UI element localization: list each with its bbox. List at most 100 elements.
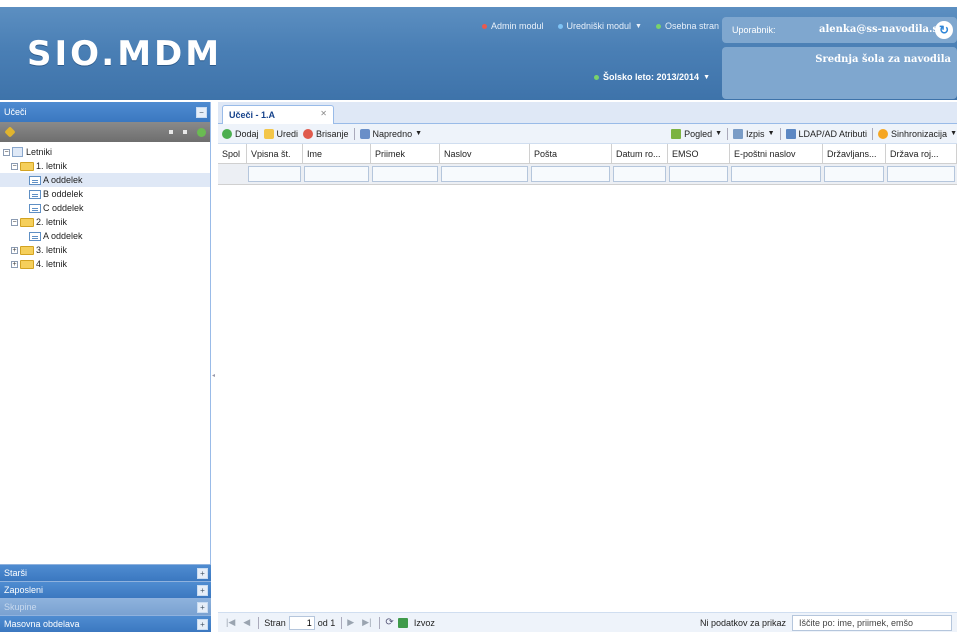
close-icon[interactable]: ✕ — [320, 109, 327, 118]
column-label: Državljans... — [827, 148, 877, 159]
collapsed-panels: Starši + Zaposleni + Skupine + Masovna o… — [0, 564, 211, 632]
expand-icon[interactable]: + — [197, 618, 208, 630]
column-header[interactable]: EMSO — [668, 144, 730, 163]
printer-icon — [733, 128, 744, 139]
refresh-tree-icon[interactable] — [197, 127, 206, 137]
panel-header-learners[interactable]: Učeči − — [0, 102, 210, 122]
last-page-icon[interactable]: ▶| — [362, 617, 371, 628]
collapse-node-icon[interactable]: − — [11, 162, 18, 170]
refresh-icon[interactable]: ↻ — [935, 21, 953, 39]
expand-all-icon[interactable] — [169, 130, 173, 134]
tree-node-label: B oddelek — [43, 189, 84, 199]
previous-page-icon[interactable]: ◀ — [243, 617, 250, 628]
column-header[interactable]: Vpisna št. — [247, 144, 303, 163]
filter-input[interactable] — [613, 166, 666, 182]
user-email: alenka@ss-navodila.si — [819, 24, 942, 35]
advanced-label: Napredno — [372, 128, 413, 139]
filter-input[interactable] — [669, 166, 728, 182]
panel-label: Zaposleni — [4, 585, 44, 595]
user-label: Uporabnik: — [732, 25, 776, 35]
column-header[interactable]: Ime — [303, 144, 371, 163]
tree-node-year[interactable]: − 2. letnik — [0, 215, 210, 229]
column-header[interactable]: Državljans... — [823, 144, 886, 163]
tree-node-root[interactable]: − Letniki — [0, 145, 210, 159]
tree-node-class[interactable]: A oddelek — [0, 229, 210, 243]
edit-button[interactable]: Uredi — [263, 128, 298, 139]
view-menu-button[interactable]: Pogled ▼ — [671, 128, 722, 139]
tree-node-class[interactable]: C oddelek — [0, 201, 210, 215]
filter-cell — [823, 166, 886, 184]
filter-input[interactable] — [304, 166, 369, 182]
panel-label: Skupine — [4, 602, 37, 612]
key-icon[interactable] — [4, 126, 16, 138]
collapse-all-icon[interactable] — [183, 130, 187, 134]
column-header[interactable]: Priimek — [371, 144, 440, 163]
next-page-icon[interactable]: ▶ — [347, 617, 354, 628]
sync-label: Sinhronizacija — [891, 128, 948, 139]
expand-icon[interactable]: + — [197, 567, 208, 579]
panel-parents[interactable]: Starši + — [0, 564, 211, 581]
panel-employees[interactable]: Zaposleni + — [0, 581, 211, 598]
expand-node-icon[interactable]: + — [11, 260, 18, 268]
ldap-attributes-button[interactable]: LDAP/AD Atributi — [785, 128, 867, 139]
excel-icon — [397, 617, 408, 628]
column-header[interactable]: Država roj... — [886, 144, 957, 163]
filter-input[interactable] — [824, 166, 884, 182]
tree-node-label: 4. letnik — [36, 259, 68, 269]
filter-cell-empty — [218, 166, 247, 184]
nav-admin-module[interactable]: Admin modul — [481, 21, 544, 31]
tree-node-year[interactable]: + 4. letnik — [0, 257, 210, 271]
app-logo: SIO.MDM — [27, 34, 223, 74]
filter-input[interactable] — [372, 166, 438, 182]
tab-learners-1a[interactable]: Učeči - 1.A ✕ — [222, 105, 334, 124]
export-button[interactable]: Izvoz — [397, 617, 435, 628]
advanced-menu-button[interactable]: Napredno ▼ — [359, 128, 422, 139]
filter-input[interactable] — [887, 166, 955, 182]
page-number-input[interactable] — [288, 615, 315, 630]
filter-input[interactable] — [731, 166, 821, 182]
chevron-down-icon: ▼ — [703, 73, 710, 81]
tree-node-class[interactable]: A oddelek — [0, 173, 210, 187]
filter-input[interactable] — [248, 166, 301, 182]
expand-node-icon[interactable]: + — [11, 246, 18, 254]
column-header[interactable]: Spol — [218, 144, 247, 163]
column-label: Ime — [307, 148, 323, 159]
tree-node-year[interactable]: + 3. letnik — [0, 243, 210, 257]
school-year-selector[interactable]: Šolsko leto: 2013/2014 ▼ — [594, 72, 710, 82]
grid-body — [218, 185, 957, 603]
search-input[interactable]: Iščite po: ime, priimek, emšo — [792, 614, 952, 631]
column-header[interactable]: E-poštni naslov — [730, 144, 823, 163]
nav-editor-module[interactable]: Uredniški modul ▼ — [557, 21, 642, 31]
column-header[interactable]: Pošta — [530, 144, 612, 163]
print-menu-button[interactable]: Izpis ▼ — [733, 128, 775, 139]
column-header[interactable]: Naslov — [440, 144, 530, 163]
column-header[interactable]: Datum ro... — [612, 144, 668, 163]
add-button[interactable]: Dodaj — [222, 128, 259, 139]
nav-personal-page[interactable]: Osebna stran — [655, 21, 719, 31]
folder-icon — [20, 259, 34, 269]
filter-input[interactable] — [441, 166, 528, 182]
reload-icon[interactable]: ⟳ — [385, 617, 393, 628]
filter-cell — [886, 166, 957, 184]
class-icon — [29, 231, 41, 241]
panel-splitter[interactable]: ◂ — [212, 372, 215, 379]
toolbar-right: Pogled ▼ Izpis ▼ LDAP/AD Atributi Sinhro… — [671, 127, 957, 140]
delete-button[interactable]: Brisanje — [303, 128, 349, 139]
bullet-icon — [594, 74, 599, 80]
bullet-icon — [655, 23, 661, 29]
panel-groups: Skupine + — [0, 598, 211, 615]
tree-node-class[interactable]: B oddelek — [0, 187, 210, 201]
add-label: Dodaj — [235, 128, 259, 139]
column-label: Naslov — [444, 148, 472, 159]
collapse-icon[interactable]: − — [196, 106, 207, 118]
panel-bulk-processing[interactable]: Masovna obdelava + — [0, 615, 211, 632]
panel-label: Masovna obdelava — [4, 619, 80, 629]
filter-input[interactable] — [531, 166, 610, 182]
collapse-node-icon[interactable]: − — [11, 218, 18, 226]
sync-menu-button[interactable]: Sinhronizacija ▼ — [878, 128, 957, 139]
tree-node-year[interactable]: − 1. letnik — [0, 159, 210, 173]
collapse-node-icon[interactable]: − — [3, 148, 10, 156]
toolbar-separator — [779, 127, 781, 140]
expand-icon[interactable]: + — [197, 584, 208, 596]
first-page-icon[interactable]: |◀ — [226, 617, 235, 628]
